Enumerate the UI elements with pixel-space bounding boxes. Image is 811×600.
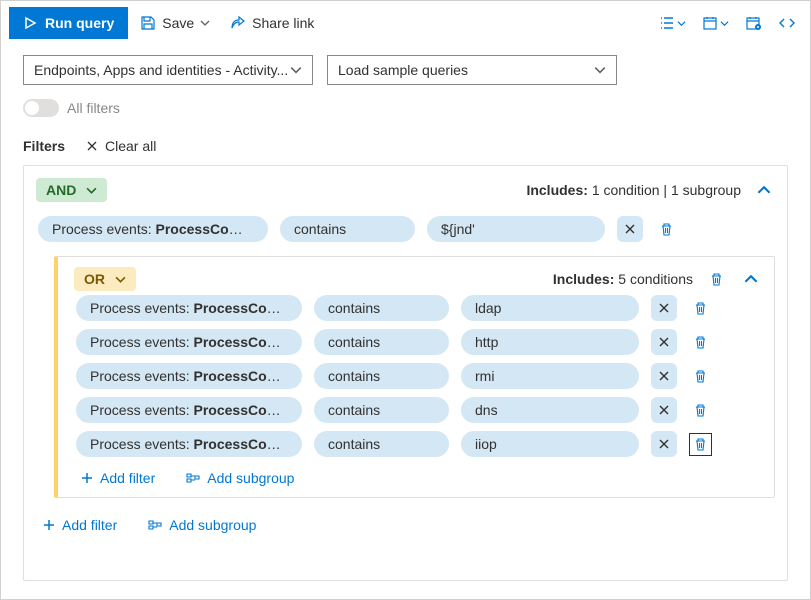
condition-operator-chip[interactable]: contains <box>314 431 449 457</box>
condition-operator-chip[interactable]: contains <box>314 329 449 355</box>
delete-condition-button[interactable] <box>689 365 712 388</box>
or-subgroup: OR Includes: 5 conditions Process events… <box>54 256 775 498</box>
and-group-header: AND Includes: 1 condition | 1 subgroup <box>36 178 775 202</box>
condition-operator-chip[interactable]: contains <box>314 295 449 321</box>
and-includes-text: Includes: 1 condition | 1 subgroup <box>526 182 741 198</box>
share-label: Share link <box>252 15 314 31</box>
chevron-down-icon <box>594 64 606 76</box>
sample-queries-dropdown[interactable]: Load sample queries <box>327 55 617 85</box>
chevron-down-icon <box>200 18 210 28</box>
remove-condition-button[interactable] <box>651 295 677 321</box>
save-label: Save <box>162 15 194 31</box>
condition-value-chip[interactable]: rmi <box>461 363 639 389</box>
delete-subgroup-button[interactable] <box>705 268 728 291</box>
chevron-down-icon <box>290 64 302 76</box>
or-condition-row: Process events: ProcessComman... contain… <box>74 393 762 427</box>
play-icon <box>23 16 37 30</box>
and-logic-label: AND <box>46 182 76 198</box>
all-filters-toggle[interactable] <box>23 99 59 117</box>
or-logic-label: OR <box>84 271 105 287</box>
condition-operator-chip[interactable]: contains <box>314 397 449 423</box>
add-subgroup-button[interactable]: Add subgroup <box>179 469 300 487</box>
delete-condition-button[interactable] <box>689 399 712 422</box>
filters-header: Filters Clear all <box>1 127 810 165</box>
filters-title: Filters <box>23 138 65 154</box>
share-icon <box>230 15 246 31</box>
condition-field-chip[interactable]: Process events: ProcessComman... <box>76 397 302 423</box>
or-includes-text: Includes: 5 conditions <box>553 271 693 287</box>
toolbar: Run query Save Share link <box>1 1 810 45</box>
add-subgroup-button[interactable]: Add subgroup <box>141 516 262 534</box>
all-filters-label: All filters <box>67 100 120 116</box>
or-condition-row: Process events: ProcessComman... contain… <box>74 427 762 461</box>
sample-queries-text: Load sample queries <box>338 62 468 78</box>
add-filter-button[interactable]: Add filter <box>36 516 123 534</box>
share-link-button[interactable]: Share link <box>222 9 322 37</box>
add-filter-button[interactable]: Add filter <box>74 469 161 487</box>
source-dropdown-text: Endpoints, Apps and identities - Activit… <box>34 62 288 78</box>
time-range-button[interactable] <box>696 9 735 37</box>
or-group-header: OR Includes: 5 conditions <box>74 267 762 291</box>
condition-operator-chip[interactable]: contains <box>314 363 449 389</box>
condition-field-chip[interactable]: Process events: ProcessComman... <box>38 216 268 242</box>
condition-value-chip[interactable]: ldap <box>461 295 639 321</box>
dropdown-row: Endpoints, Apps and identities - Activit… <box>1 45 810 93</box>
delete-condition-button[interactable] <box>655 218 678 241</box>
all-filters-row: All filters <box>1 93 810 127</box>
delete-condition-button[interactable] <box>689 297 712 320</box>
list-view-button[interactable] <box>653 9 692 37</box>
source-dropdown[interactable]: Endpoints, Apps and identities - Activit… <box>23 55 313 85</box>
code-view-button[interactable] <box>772 9 802 37</box>
close-icon <box>85 139 99 153</box>
run-query-button[interactable]: Run query <box>9 7 128 39</box>
collapse-and-button[interactable] <box>753 179 775 201</box>
save-icon <box>140 15 156 31</box>
condition-value-chip[interactable]: iiop <box>461 431 639 457</box>
filter-panel: AND Includes: 1 condition | 1 subgroup P… <box>23 165 788 581</box>
save-button[interactable]: Save <box>132 9 218 37</box>
chevron-down-icon <box>115 274 126 285</box>
delete-condition-button[interactable] <box>689 433 712 456</box>
or-condition-row: Process events: ProcessComman... contain… <box>74 325 762 359</box>
condition-value-chip[interactable]: ${jnd' <box>427 216 605 242</box>
group-add-row: Add filter Add subgroup <box>36 508 775 534</box>
delete-condition-button[interactable] <box>689 331 712 354</box>
clear-all-label: Clear all <box>105 138 156 154</box>
or-condition-row: Process events: ProcessComman... contain… <box>74 359 762 393</box>
remove-condition-button[interactable] <box>651 363 677 389</box>
and-logic-pill[interactable]: AND <box>36 178 107 202</box>
remove-condition-button[interactable] <box>651 397 677 423</box>
or-condition-row: Process events: ProcessComman... contain… <box>74 291 762 325</box>
and-condition-row: Process events: ProcessComman... contain… <box>36 212 775 246</box>
subgroup-add-row: Add filter Add subgroup <box>74 461 762 487</box>
or-logic-pill[interactable]: OR <box>74 267 136 291</box>
condition-field-chip[interactable]: Process events: ProcessComman... <box>76 431 302 457</box>
condition-value-chip[interactable]: dns <box>461 397 639 423</box>
clear-all-button[interactable]: Clear all <box>79 137 162 155</box>
condition-field-chip[interactable]: Process events: ProcessComman... <box>76 295 302 321</box>
condition-field-chip[interactable]: Process events: ProcessComman... <box>76 363 302 389</box>
save-query-button[interactable] <box>739 9 768 38</box>
collapse-or-button[interactable] <box>740 268 762 290</box>
run-query-label: Run query <box>45 15 114 31</box>
condition-value-chip[interactable]: http <box>461 329 639 355</box>
remove-condition-button[interactable] <box>651 329 677 355</box>
chevron-down-icon <box>86 185 97 196</box>
remove-condition-button[interactable] <box>617 216 643 242</box>
condition-operator-chip[interactable]: contains <box>280 216 415 242</box>
remove-condition-button[interactable] <box>651 431 677 457</box>
condition-field-chip[interactable]: Process events: ProcessComman... <box>76 329 302 355</box>
